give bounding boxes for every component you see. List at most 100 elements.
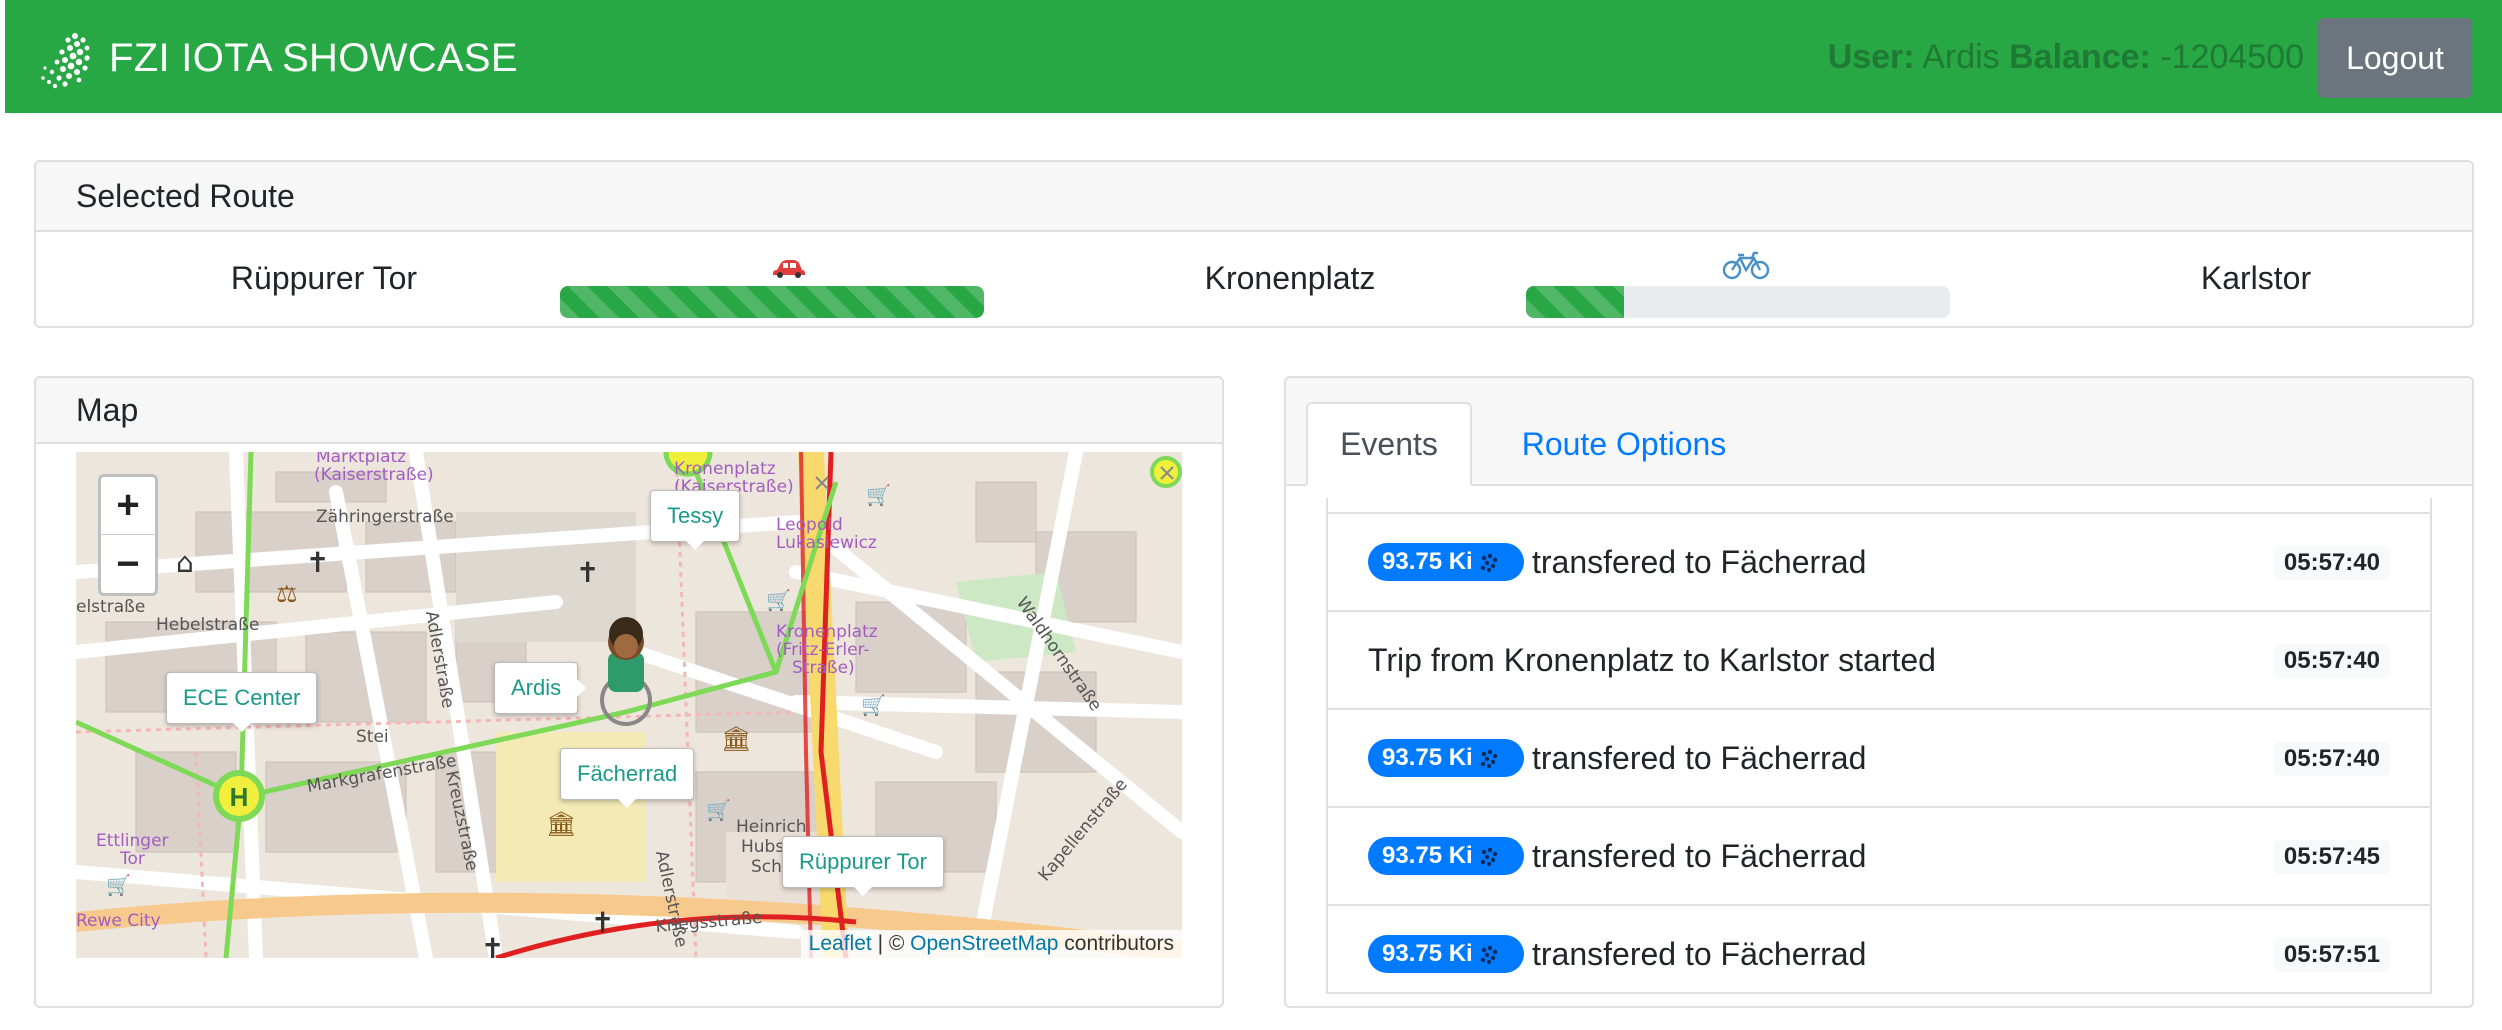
map-attribution: Leaflet | © OpenStreetMap contributors (800, 930, 1182, 958)
church-icon: ✝ (591, 906, 614, 939)
svg-text:(Kaiserstraße): (Kaiserstraße) (314, 465, 434, 485)
svg-text:🛒: 🛒 (706, 798, 731, 822)
svg-text:🛒: 🛒 (861, 693, 886, 717)
svg-text:Hebelstraße: Hebelstraße (156, 615, 259, 635)
svg-text:Kronenplatz: Kronenplatz (674, 459, 776, 479)
zoom-out-button[interactable]: − (101, 535, 155, 593)
svg-text:Lukasiewicz: Lukasiewicz (776, 533, 877, 553)
osm-link[interactable]: OpenStreetMap (910, 932, 1058, 955)
iota-coin-icon (1480, 749, 1497, 768)
marker-tooltip-ardis[interactable]: Ardis (494, 662, 587, 714)
iota-logo-icon (41, 33, 90, 89)
church-icon: ✝ (481, 932, 504, 958)
amount-badge-text: 93.75 Ki (1382, 548, 1473, 575)
svg-text:🛒: 🛒 (106, 873, 131, 897)
amount-badge: 93.75 Ki (1368, 543, 1524, 581)
iota-coin-icon (1480, 847, 1497, 866)
bicycle-icon (1722, 251, 1770, 280)
balance-value: -1204500 (2160, 38, 2304, 76)
map-view[interactable]: H Zähringerstraße Hebelstraße elstraße M… (76, 452, 1182, 958)
map-card: Map H Zähringerstraße Hebelstraße elstra… (34, 376, 1224, 1008)
amount-badge: 93.75 Ki (1368, 837, 1524, 875)
event-item: 93.75 Ki transfered to Fächerrad 05:57:4… (1328, 708, 2430, 806)
svg-text:Rewe City: Rewe City (76, 911, 161, 931)
svg-text:Ettlinger: Ettlinger (96, 831, 169, 851)
event-time: 05:57:40 (2273, 546, 2390, 580)
svg-text:Tor: Tor (119, 849, 145, 869)
tram-stop-icon: H (213, 770, 265, 822)
svg-text:H: H (230, 782, 249, 812)
marker-tooltip-tessy[interactable]: Tessy (650, 490, 741, 550)
marker-tooltip-rueppurer-tor[interactable]: Rüppurer Tor (782, 836, 944, 896)
zoom-in-button[interactable]: + (101, 477, 155, 535)
route-stop-start: Rüppurer Tor (230, 260, 418, 296)
marker-tooltip-faecherrad[interactable]: Fächerrad (560, 748, 695, 808)
svg-text:🛒: 🛒 (766, 588, 791, 612)
svg-text:Heinrich: Heinrich (736, 817, 807, 837)
svg-text:Kronenplatz: Kronenplatz (776, 622, 878, 642)
user-info: User: Ardis Balance: -1204500 (1828, 38, 2304, 77)
attribution-tail: contributors (1058, 932, 1174, 955)
brand-title: FZI IOTA SHOWCASE (109, 35, 518, 80)
building-icon: ⌂ (176, 546, 194, 579)
route-stop-end: Karlstor (2200, 260, 2312, 296)
zoom-control: + − (98, 474, 158, 596)
svg-text:🏛: 🏛 (721, 725, 751, 753)
brand[interactable]: FZI IOTA SHOWCASE (35, 26, 518, 90)
event-text: Trip from Kronenplatz to Karlstor starte… (1368, 641, 1936, 678)
event-item: Trip from Kronenplatz to Karlstor starte… (1328, 610, 2430, 708)
svg-text:🏛: 🏛 (546, 810, 576, 838)
user-label: User: (1827, 38, 1915, 76)
events-card: Events Route Options 93.75 Ki transfered… (1284, 376, 2474, 1008)
leg-progress-car (560, 286, 984, 318)
event-item: 93.75 Ki transfered to Fächerrad 05:57:4… (1328, 806, 2430, 904)
event-text: transfered to Fächerrad (1532, 935, 1867, 972)
selected-route-card: Selected Route Rüppurer Tor Kronenplatz … (34, 160, 2474, 328)
event-time: 05:57:51 (2273, 938, 2390, 972)
tab-route-options[interactable]: Route Options (1504, 402, 1744, 486)
marker-tooltip-ece-center[interactable]: ECE Center (166, 672, 318, 732)
svg-text:Hubs: Hubs (741, 837, 784, 857)
event-text: transfered to Fächerrad (1532, 739, 1867, 776)
route-stop-middle: Kronenplatz (1204, 260, 1376, 296)
tab-events[interactable]: Events (1306, 402, 1472, 486)
event-text: transfered to Fächerrad (1532, 543, 1867, 580)
event-item: 93.75 Ki transfered to Fächerrad 05:57:4… (1328, 512, 2430, 610)
svg-text:elstraße: elstraße (76, 597, 145, 617)
logout-button[interactable]: Logout (2318, 18, 2472, 98)
amount-badge-text: 93.75 Ki (1382, 744, 1473, 771)
attribution-separator: | © (871, 932, 911, 955)
svg-text:⚖: ⚖ (276, 580, 298, 608)
map-header: Map (36, 378, 1222, 444)
event-time: 05:57:40 (2273, 644, 2390, 678)
event-item: 93.75 Ki transfered to Fächerrad 05:57:5… (1328, 904, 2430, 992)
street-label: Zähringerstraße (316, 507, 454, 527)
selected-route-header: Selected Route (36, 162, 2472, 232)
church-icon: ✝ (306, 546, 329, 579)
user-name: Ardis (1922, 38, 2000, 76)
navbar: FZI IOTA SHOWCASE User: Ardis Balance: -… (5, 0, 2502, 113)
balance-label: Balance: (2009, 38, 2151, 76)
amount-badge: 93.75 Ki (1368, 935, 1524, 973)
iota-coin-icon (1480, 553, 1497, 572)
leg-progress-bicycle-fill (1526, 286, 1624, 318)
events-list[interactable]: 93.75 Ki transfered to Fächerrad 05:57:4… (1326, 498, 2432, 994)
iota-coin-icon (1480, 945, 1497, 964)
car-icon (773, 260, 805, 278)
leg-progress-car-fill (560, 286, 984, 318)
church-icon: ✝ (576, 556, 599, 589)
amount-badge-text: 93.75 Ki (1382, 842, 1473, 869)
event-text: transfered to Fächerrad (1532, 837, 1867, 874)
svg-text:Stei: Stei (356, 727, 389, 747)
event-time: 05:57:45 (2273, 840, 2390, 874)
svg-text:Leopold: Leopold (776, 515, 843, 535)
amount-badge-text: 93.75 Ki (1382, 940, 1473, 967)
amount-badge: 93.75 Ki (1368, 739, 1524, 777)
leaflet-link[interactable]: Leaflet (809, 932, 872, 955)
svg-text:Straße): Straße) (792, 658, 855, 678)
svg-text:🛒: 🛒 (866, 483, 891, 507)
leg-progress-bicycle (1526, 286, 1950, 318)
svg-text:(Fritz-Erler-: (Fritz-Erler- (776, 640, 870, 660)
event-time: 05:57:40 (2273, 742, 2390, 776)
tabs-bar: Events Route Options (1286, 378, 2472, 486)
